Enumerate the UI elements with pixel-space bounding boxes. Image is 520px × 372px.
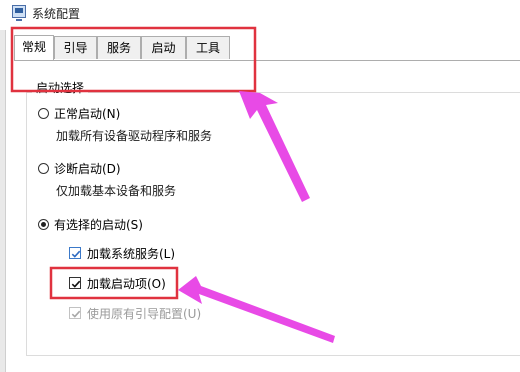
normal-startup-label[interactable]: 正常启动(N) bbox=[54, 105, 120, 122]
load-system-services-checkbox[interactable] bbox=[69, 247, 81, 259]
tab-boot[interactable]: 引导 bbox=[54, 36, 97, 59]
checkmark-icon bbox=[71, 310, 81, 318]
window-left-edge bbox=[0, 30, 6, 372]
tab-tools[interactable]: 工具 bbox=[186, 36, 230, 59]
use-original-boot-config-label: 使用原有引导配置(U) bbox=[87, 307, 202, 321]
window-title: 系统配置 bbox=[32, 7, 81, 21]
tab-startup[interactable]: 启动 bbox=[141, 36, 186, 59]
selective-startup-label[interactable]: 有选择的启动(S) bbox=[54, 216, 143, 233]
tab-general[interactable]: 常规 bbox=[14, 35, 54, 60]
selective-startup-radio[interactable] bbox=[38, 219, 49, 230]
load-startup-items-checkbox[interactable] bbox=[69, 277, 81, 289]
load-startup-items-label[interactable]: 加载启动项(O) bbox=[87, 275, 166, 292]
tab-services[interactable]: 服务 bbox=[97, 36, 141, 59]
diagnostic-startup-radio[interactable] bbox=[38, 163, 49, 174]
use-original-boot-config-checkbox bbox=[69, 307, 81, 319]
checkmark-icon bbox=[71, 250, 81, 258]
diagnostic-startup-description: 仅加载基本设备和服务 bbox=[56, 184, 177, 198]
startup-selection-label: 启动选择 bbox=[32, 79, 89, 96]
normal-startup-description: 加载所有设备驱动程序和服务 bbox=[56, 129, 213, 143]
system-config-icon bbox=[12, 5, 26, 21]
tab-strip: 常规 引导 服务 启动 工具 bbox=[14, 35, 520, 60]
diagnostic-startup-label[interactable]: 诊断启动(D) bbox=[54, 160, 121, 177]
normal-startup-radio[interactable] bbox=[38, 108, 49, 119]
load-system-services-label[interactable]: 加载系统服务(L) bbox=[87, 245, 175, 262]
checkmark-icon bbox=[71, 280, 81, 288]
title-bar: 系统配置 bbox=[0, 0, 520, 26]
